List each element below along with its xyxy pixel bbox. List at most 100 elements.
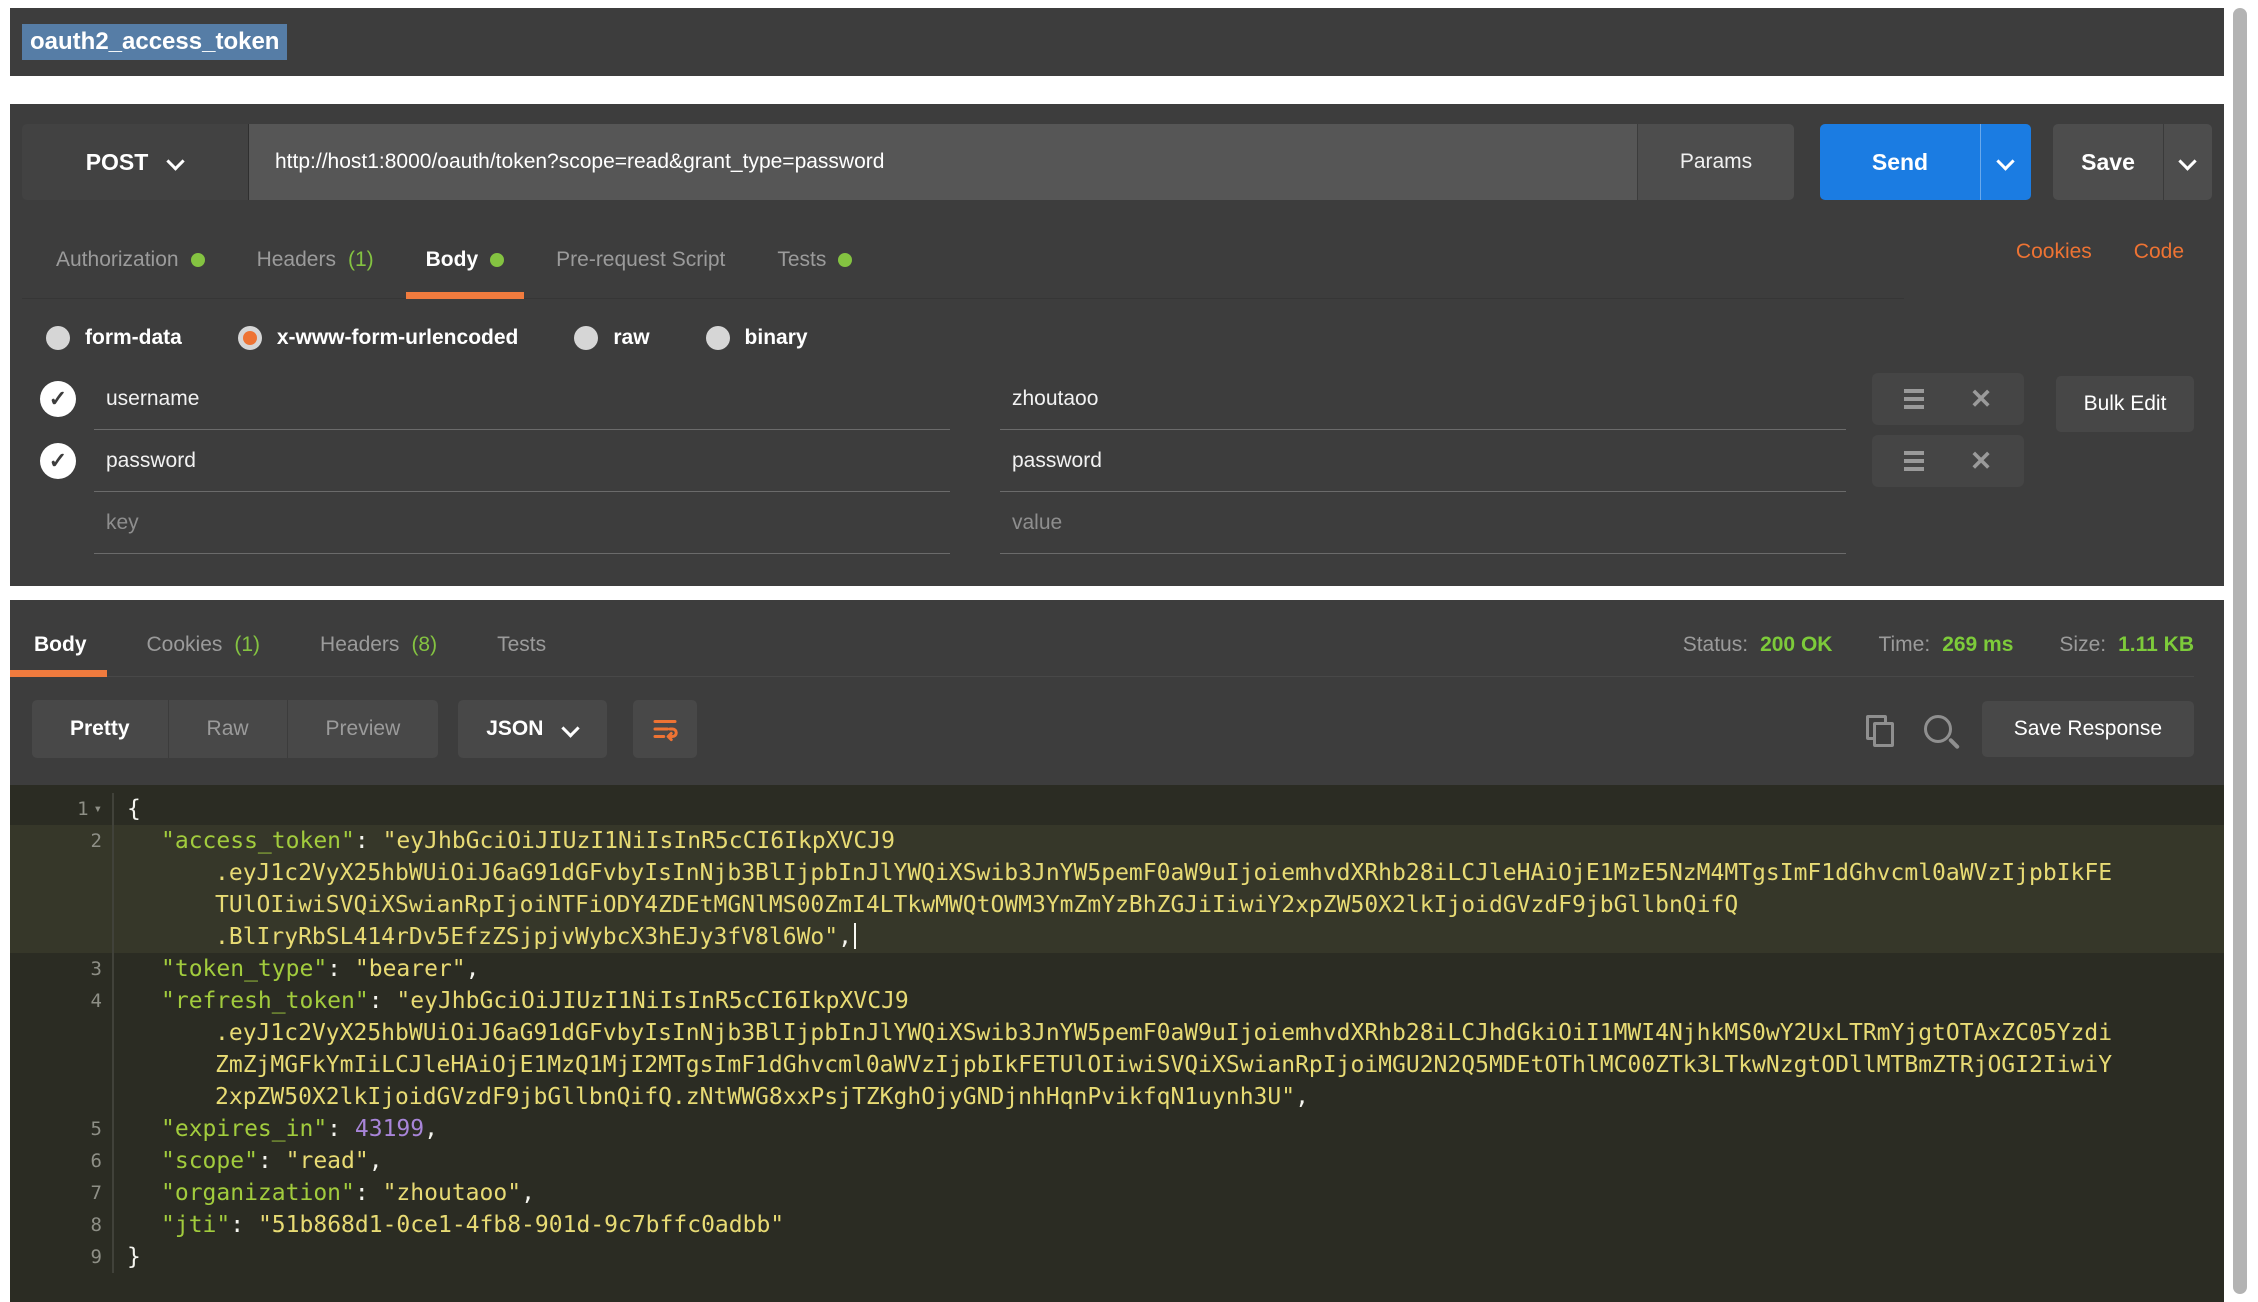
url-input[interactable]: http://host1:8000/oauth/token?scope=read… <box>249 124 1637 200</box>
drag-handle-icon[interactable] <box>1904 459 1924 463</box>
body-mode-selector: form-data x-www-form-urlencoded raw binary <box>46 320 808 356</box>
code-text: "refresh_token": "eyJhbGciOiJIUzI1NiIsIn… <box>114 985 909 1017</box>
code-text: .BlIryRbSL414rDv5EfzZSjpjvWybcX3hEJy3fV8… <box>114 921 856 953</box>
remove-row-icon[interactable]: ✕ <box>1970 386 1993 413</box>
send-button[interactable]: Send <box>1820 124 1980 200</box>
value-field[interactable]: value <box>1000 492 1846 554</box>
tab-label: Authorization <box>56 248 179 272</box>
radio-icon[interactable] <box>238 326 262 350</box>
code-line: TUlOIiwiSVQiXSwianRpIjoiNTFiODY4ZDEtMGNl… <box>10 889 2224 921</box>
copy-icon[interactable] <box>1866 715 1890 743</box>
tab-headers[interactable]: Headers(1) <box>231 222 400 298</box>
tab-tests[interactable]: Tests <box>467 614 576 676</box>
tab-authorization[interactable]: Authorization <box>30 222 231 298</box>
form-row: ✓ username zhoutaoo ✕ <box>22 368 2212 430</box>
token: , <box>521 1180 535 1206</box>
view-mode-preview[interactable]: Preview <box>288 700 439 758</box>
format-select[interactable]: JSON <box>458 700 607 758</box>
status-dot-icon <box>490 253 504 267</box>
token: : <box>327 1116 355 1142</box>
token: "jti" <box>161 1212 230 1238</box>
token: : <box>230 1212 258 1238</box>
save-button[interactable]: Save <box>2053 124 2163 200</box>
radio-icon[interactable] <box>46 326 70 350</box>
body-mode-binary[interactable]: binary <box>706 326 808 350</box>
search-icon[interactable] <box>1924 715 1952 743</box>
cookies-link[interactable]: Cookies <box>2016 240 2092 264</box>
value-field[interactable]: password <box>1000 430 1846 492</box>
status-dot-icon <box>191 253 205 267</box>
tab-cookies[interactable]: Cookies(1) <box>117 614 291 676</box>
response-tabs: BodyCookies(1)Headers(8)TestsStatus:200 … <box>10 614 2194 677</box>
value-field[interactable]: zhoutaoo <box>1000 368 1846 430</box>
token: "organization" <box>161 1180 355 1206</box>
token: "access_token" <box>161 828 355 854</box>
code-line: .eyJ1c2VyX25hbWUiOiJ6aG91dGFvbyIsInNjb3B… <box>10 857 2224 889</box>
code-text: .eyJ1c2VyX25hbWUiOiJ6aG91dGFvbyIsInNjb3B… <box>114 1017 2112 1049</box>
body-mode-raw[interactable]: raw <box>574 326 649 350</box>
token: TUlOIiwiSVQiXSwianRpIjoiNTFiODY4ZDEtMGNl… <box>215 892 1738 918</box>
code-text: "organization": "zhoutaoo", <box>114 1177 535 1209</box>
tab-pre-request-script[interactable]: Pre-request Script <box>530 222 751 298</box>
line-number-gutter: 8 <box>10 1209 114 1241</box>
code-line: ZmZjMGFkYmIiLCJleHAiOjE1MzQ1MjI2MTgsImF1… <box>10 1049 2224 1081</box>
response-body-editor[interactable]: 1▾{2"access_token": "eyJhbGciOiJIUzI1NiI… <box>10 785 2224 1302</box>
method-select[interactable]: POST <box>22 124 249 200</box>
tab-body[interactable]: Body <box>10 614 117 676</box>
tab-label: Body <box>426 248 479 272</box>
body-mode-label: binary <box>745 326 808 350</box>
key-field[interactable]: password <box>94 430 950 492</box>
save-options-button[interactable] <box>2163 124 2212 200</box>
token: .eyJ1c2VyX25hbWUiOiJ6aG91dGFvbyIsInNjb3B… <box>215 1020 2112 1046</box>
token: "bearer" <box>355 956 466 982</box>
send-options-button[interactable] <box>1980 124 2031 200</box>
radio-icon[interactable] <box>574 326 598 350</box>
code-line: 9} <box>10 1241 2224 1273</box>
line-number-gutter <box>10 1017 114 1049</box>
line-number-gutter <box>10 857 114 889</box>
tab-headers[interactable]: Headers(8) <box>290 614 467 676</box>
radio-icon[interactable] <box>706 326 730 350</box>
tab-tests[interactable]: Tests <box>751 222 878 298</box>
tab-body[interactable]: Body <box>400 222 531 298</box>
token: : <box>258 1148 286 1174</box>
tab-label: Cookies <box>147 633 223 657</box>
view-mode-pretty[interactable]: Pretty <box>32 700 169 758</box>
drag-handle-icon[interactable] <box>1904 397 1924 401</box>
bulk-edit-button[interactable]: Bulk Edit <box>2056 376 2194 432</box>
line-number: 8 <box>91 1209 102 1241</box>
body-mode-form-data[interactable]: form-data <box>46 326 182 350</box>
fold-caret-icon[interactable]: ▾ <box>94 793 102 825</box>
request-name-field[interactable]: oauth2_access_token <box>22 24 287 60</box>
params-button[interactable]: Params <box>1637 124 1794 200</box>
code-text: { <box>114 793 141 825</box>
code-text: "token_type": "bearer", <box>114 953 480 985</box>
body-mode-x-www-form-urlencoded[interactable]: x-www-form-urlencoded <box>238 326 519 350</box>
key-field[interactable]: key <box>94 492 950 554</box>
code-line: .eyJ1c2VyX25hbWUiOiJ6aG91dGFvbyIsInNjb3B… <box>10 1017 2224 1049</box>
wrap-text-button[interactable] <box>633 700 697 758</box>
checkbox-checked-icon[interactable]: ✓ <box>40 381 76 417</box>
checkbox-checked-icon[interactable]: ✓ <box>40 443 76 479</box>
view-mode-group: PrettyRawPreview <box>32 700 438 758</box>
chevron-down-icon <box>168 155 184 169</box>
token: 2xpZW50X2lkIjoidGVzdF9jbGllbnQifQ.zNtWWG… <box>215 1084 1295 1110</box>
token: ZmZjMGFkYmIiLCJleHAiOjE1MzQ1MjI2MTgsImF1… <box>215 1052 2112 1078</box>
line-number: 2 <box>91 825 102 857</box>
key-field[interactable]: username <box>94 368 950 430</box>
token: "scope" <box>161 1148 258 1174</box>
token: "refresh_token" <box>161 988 369 1014</box>
body-mode-label: raw <box>613 326 649 350</box>
vertical-scrollbar[interactable] <box>2233 8 2247 1294</box>
remove-row-icon[interactable]: ✕ <box>1970 448 1993 475</box>
code-link[interactable]: Code <box>2134 240 2184 264</box>
save-response-button[interactable]: Save Response <box>1982 701 2194 757</box>
view-mode-raw[interactable]: Raw <box>169 700 288 758</box>
token: : <box>355 1180 383 1206</box>
line-number: 4 <box>91 985 102 1017</box>
code-text: "expires_in": 43199, <box>114 1113 438 1145</box>
request-name-bar: oauth2_access_token <box>10 8 2224 76</box>
form-row: ✓ password password ✕ <box>22 430 2212 492</box>
row-actions: ✕ <box>1872 435 2024 487</box>
format-label: JSON <box>486 717 543 741</box>
